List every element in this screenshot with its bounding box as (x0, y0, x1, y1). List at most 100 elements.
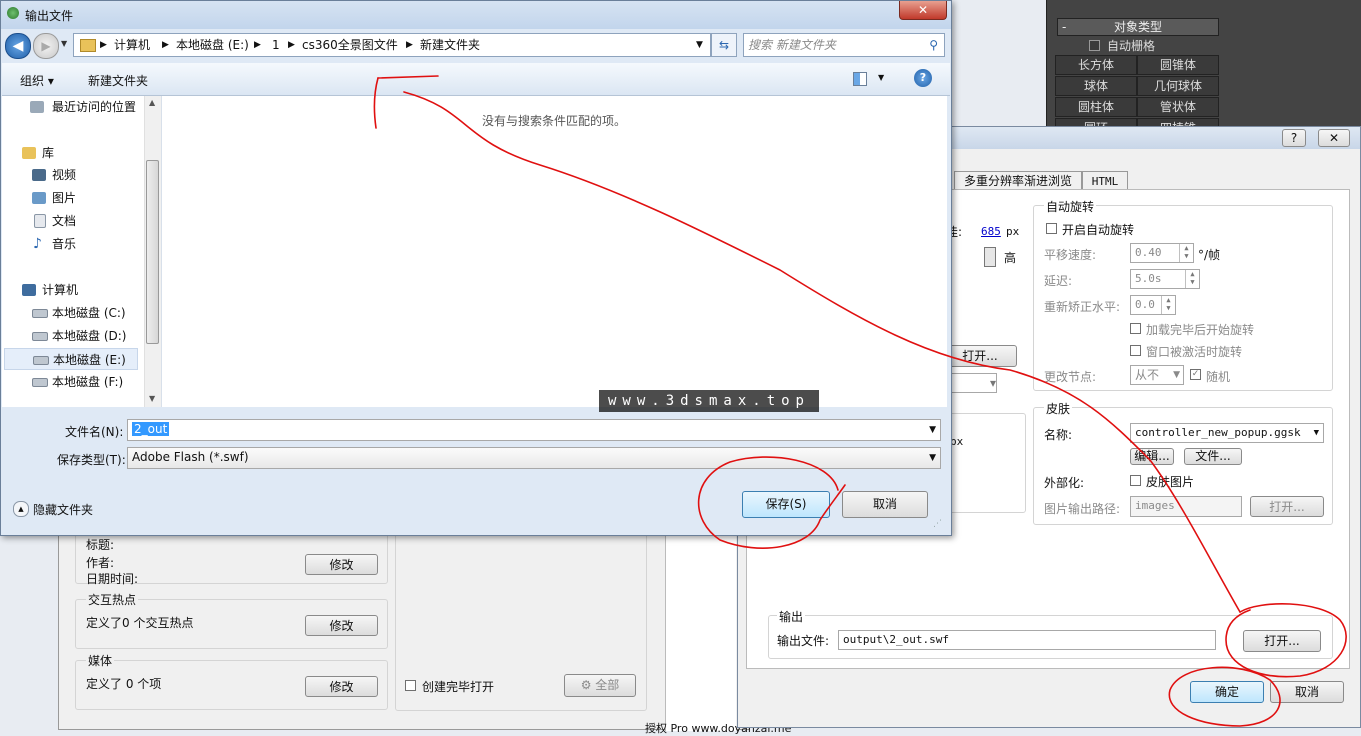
delay-spinner[interactable]: ▲ ▼ (1185, 270, 1199, 288)
object-sphere-button[interactable]: 球体 (1055, 76, 1137, 96)
on-activate-checkbox[interactable] (1130, 345, 1141, 356)
delay-input[interactable]: 5.0s ▲ ▼ (1130, 269, 1200, 289)
nav-drive-d[interactable]: 本地磁盘 (D:) (32, 325, 126, 347)
scroll-down-icon[interactable]: ▼ (149, 394, 155, 403)
autogrid-checkbox[interactable] (1089, 40, 1100, 51)
nav-videos[interactable]: 视频 (32, 164, 76, 186)
random-checkbox[interactable]: ✓ (1190, 369, 1201, 380)
pan-speed-spinner[interactable]: ▲ ▼ (1179, 244, 1193, 262)
modify-hotspots-button[interactable]: 修改 (305, 615, 378, 636)
document-icon (34, 214, 46, 228)
search-input[interactable]: 搜索 新建文件夹 ⚲ (743, 33, 945, 57)
close-button[interactable]: ✕ (899, 1, 947, 20)
autogrid-label: 自动栅格 (1107, 39, 1156, 53)
library-icon (22, 147, 36, 159)
chevron-down-icon[interactable]: ▼ (929, 449, 936, 467)
skin-images-checkbox[interactable] (1130, 475, 1141, 486)
level-input[interactable]: 0.0 ▲ ▼ (1130, 295, 1176, 315)
image-path-open-button[interactable]: 打开... (1250, 496, 1324, 517)
tab-html[interactable]: HTML (1082, 171, 1128, 190)
breadcrumb-computer[interactable]: 计算机 (114, 34, 150, 56)
open-when-done-label: 创建完毕打开 (422, 680, 495, 694)
partial-value-link[interactable]: 685 (981, 225, 1001, 238)
command-bar: 组织 ▾ 新建文件夹 ▼ ? (2, 63, 950, 96)
forward-button[interactable]: ▶ (33, 33, 59, 59)
close-title-button[interactable]: ✕ (1318, 129, 1350, 147)
breadcrumb-drive-e[interactable]: 本地磁盘 (E:) (176, 34, 249, 56)
nav-drive-f[interactable]: 本地磁盘 (F:) (32, 371, 123, 393)
tab-multires[interactable]: 多重分辨率渐进浏览 (954, 171, 1082, 190)
breadcrumb-1[interactable]: 1 (272, 34, 280, 56)
refresh-icon: ⇆ (718, 38, 730, 52)
filetype-select[interactable]: Adobe Flash (*.swf) ▼ (127, 447, 941, 469)
change-node-select[interactable]: 从不 ▼ (1130, 365, 1184, 385)
after-load-checkbox[interactable] (1130, 323, 1141, 334)
pan-speed-input[interactable]: 0.40 ▲ ▼ (1130, 243, 1194, 263)
nav-pictures[interactable]: 图片 (32, 187, 76, 209)
nav-computer[interactable]: 计算机 (22, 279, 78, 301)
hotspots-group: 交互热点 定义了0 个交互热点 修改 (75, 591, 388, 649)
max-command-panel: - 对象类型 自动栅格 长方体 圆锥体 球体 几何球体 圆柱体 管状体 圆环 四… (1046, 0, 1361, 138)
partial-unit: px (1006, 225, 1020, 238)
output-open-button[interactable]: 打开... (1243, 630, 1321, 652)
search-icon[interactable]: ⚲ (929, 34, 938, 56)
object-cylinder-button[interactable]: 圆柱体 (1055, 97, 1137, 117)
nav-drive-c[interactable]: 本地磁盘 (C:) (32, 302, 126, 324)
save-button[interactable]: 保存(S) (742, 491, 830, 518)
history-dropdown-icon[interactable]: ▼ (61, 39, 67, 48)
dialog-cancel-button[interactable]: 取消 (842, 491, 928, 518)
nav-libraries[interactable]: 库 (22, 142, 54, 164)
open-when-done-checkbox[interactable] (405, 680, 416, 691)
file-list[interactable]: 没有与搜索条件匹配的项。 (162, 96, 947, 407)
recent-places-icon (30, 101, 44, 113)
chevron-down-icon[interactable]: ▼ (929, 421, 936, 439)
chevron-down-icon: ▼ (1173, 370, 1180, 380)
refresh-button[interactable]: ⇆ (711, 33, 737, 57)
object-box-button[interactable]: 长方体 (1055, 55, 1137, 75)
cancel-button[interactable]: 取消 (1270, 681, 1344, 703)
object-geosphere-button[interactable]: 几何球体 (1137, 76, 1219, 96)
organize-menu[interactable]: 组织 ▾ (20, 72, 54, 89)
nav-music[interactable]: ♪ 音乐 (32, 233, 76, 255)
chevron-down-icon[interactable]: ▼ (696, 34, 703, 56)
address-bar[interactable]: ▶ 计算机 ▶ 本地磁盘 (E:) ▶ 1 ▶ cs360全景图文件 ▶ 新建文… (73, 33, 711, 57)
scroll-thumb[interactable] (146, 160, 159, 344)
max-rollout-header[interactable]: - 对象类型 (1057, 18, 1219, 36)
new-folder-button[interactable]: 新建文件夹 (88, 72, 148, 89)
ok-button[interactable]: 确定 (1190, 681, 1264, 703)
high-label: 高 (1004, 251, 1017, 265)
help-icon[interactable]: ? (914, 69, 932, 87)
breadcrumb-new-folder[interactable]: 新建文件夹 (420, 34, 480, 56)
object-tube-button[interactable]: 管状体 (1137, 97, 1219, 117)
nav-drive-e[interactable]: 本地磁盘 (E:) (4, 348, 138, 370)
view-options-icon[interactable] (853, 72, 867, 86)
output-file-input[interactable]: output\2_out.swf (838, 630, 1216, 650)
skin-edit-button[interactable]: 编辑... (1130, 448, 1174, 465)
back-button[interactable]: ◀ (5, 33, 31, 59)
view-dropdown-icon[interactable]: ▼ (878, 73, 884, 82)
skin-file-button[interactable]: 文件... (1184, 448, 1242, 465)
breadcrumb-cs360[interactable]: cs360全景图文件 (302, 34, 398, 56)
skin-title: 皮肤 (1044, 400, 1073, 417)
level-spinner[interactable]: ▲ ▼ (1161, 296, 1175, 314)
chevron-up-icon: ▲ (13, 501, 29, 517)
enable-autorotate-checkbox[interactable] (1046, 223, 1057, 234)
modify-media-button[interactable]: 修改 (305, 676, 378, 697)
object-cone-button[interactable]: 圆锥体 (1137, 55, 1219, 75)
quality-slider-thumb[interactable] (984, 247, 996, 267)
arrow-right-icon: ▶ (41, 39, 51, 53)
nav-documents[interactable]: 文档 (32, 210, 76, 232)
nav-recent[interactable]: 最近访问的位置 (30, 96, 136, 118)
resize-grip-icon[interactable]: ⋰ (933, 519, 942, 529)
all-button[interactable]: ⚙ 全部 (564, 674, 636, 697)
skin-name-select[interactable]: controller_new_popup.ggsk ▼ (1130, 423, 1324, 443)
image-path-input[interactable]: images (1130, 496, 1242, 517)
help-title-button[interactable]: ? (1282, 129, 1306, 147)
modify-info-button[interactable]: 修改 (305, 554, 378, 575)
nav-scrollbar[interactable]: ▲ ▼ (144, 96, 161, 407)
filename-input[interactable]: 2_out ▼ (127, 419, 941, 441)
chevron-down-icon: ▼ (1313, 428, 1319, 438)
scroll-up-icon[interactable]: ▲ (149, 98, 155, 107)
open-partial-button[interactable]: 打开... (943, 345, 1017, 367)
skin-group: 皮肤 名称: controller_new_popup.ggsk ▼ 编辑... … (1033, 400, 1333, 525)
